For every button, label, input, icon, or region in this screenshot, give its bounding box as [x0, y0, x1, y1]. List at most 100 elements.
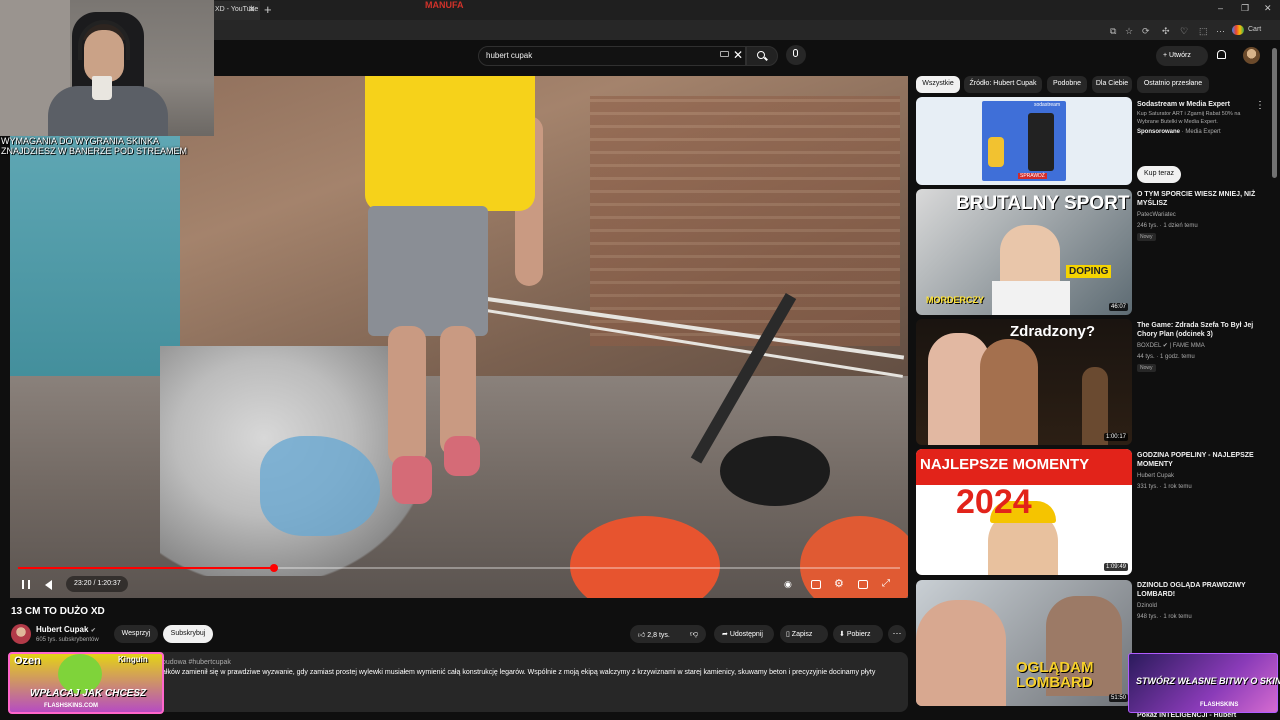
- create-button[interactable]: + Utwórz: [1156, 46, 1208, 66]
- related-video-channel[interactable]: BOXDEL ✔ | FAME MMA: [1137, 342, 1257, 351]
- buy-now-button[interactable]: Kup teraz: [1137, 166, 1181, 183]
- like-icon: 👍︎: [638, 632, 648, 639]
- clear-search-icon[interactable]: ✕: [733, 48, 743, 62]
- progress-played: [18, 567, 274, 569]
- search-icon[interactable]: [757, 51, 765, 59]
- related-video-title[interactable]: GODZINA POPELINY - NAJLEPSZE MOMENTY: [1137, 451, 1257, 469]
- related-video-meta: 246 tys. · 1 dzień temu: [1137, 223, 1198, 229]
- maximize-button[interactable]: ❐: [1241, 3, 1249, 14]
- install-icon[interactable]: ⧉: [1110, 26, 1116, 37]
- pause-icon[interactable]: [22, 580, 30, 589]
- verified-icon: ✔: [90, 628, 96, 634]
- related-video-title[interactable]: O TYM SPORCIE WIESZ MNIEJ, NIŻ MYŚLISZ: [1137, 190, 1257, 208]
- ad-menu-icon[interactable]: ⋮: [1255, 100, 1265, 111]
- minimize-button[interactable]: –: [1218, 3, 1223, 13]
- subscribe-button[interactable]: Subskrybuj: [163, 625, 213, 643]
- subscriber-count: 605 tys. subskrybentów: [36, 637, 99, 643]
- download-button[interactable]: ⬇ Pobierz: [833, 625, 883, 643]
- related-video-meta: 948 tys. · 1 rok temu: [1137, 614, 1192, 620]
- filter-chip-source[interactable]: Źródło: Hubert Cupak: [964, 76, 1042, 93]
- ad-thumb-text: sodastream: [1034, 102, 1061, 108]
- video-thumbnail[interactable]: BRUTALNY SPORT MORDERCZY DOPING 46:07: [916, 189, 1132, 315]
- share-button[interactable]: ➦ Udostępnij: [714, 625, 774, 643]
- thumb-title-text: OGLĄDAM LOMBARD: [1016, 659, 1094, 691]
- ad-thumb-button: SPRAWDŹ: [1018, 173, 1047, 179]
- extension-icon[interactable]: ⟳: [1142, 26, 1150, 37]
- user-avatar[interactable]: [1243, 47, 1260, 64]
- shirt-text: MANUFA: [425, 0, 464, 10]
- browser-profile-icon[interactable]: [1232, 25, 1244, 35]
- share-icon: ➦: [722, 631, 730, 638]
- video-duration: 46:07: [1108, 303, 1128, 311]
- related-video-meta: 44 tys. · 1 godz. temu: [1137, 354, 1195, 360]
- ad-sponsor: Sponsorowane · Media Expert: [1137, 129, 1221, 135]
- like-count: 2,8 tys.: [647, 632, 670, 639]
- ad-title[interactable]: Sodastream w Media Expert: [1137, 100, 1257, 109]
- video-thumbnail[interactable]: NAJLEPSZE MOMENTY 2024 1:09:49: [916, 449, 1132, 575]
- bookmark-star-icon[interactable]: ☆: [1125, 26, 1133, 37]
- video-duration: 1:09:49: [1103, 563, 1128, 571]
- progress-scrubber[interactable]: [270, 564, 278, 572]
- download-icon[interactable]: ⬚: [1199, 26, 1208, 37]
- favorites-icon[interactable]: ♡: [1180, 26, 1188, 37]
- kinguin-logo: Kinguin: [118, 655, 148, 664]
- flashskins-logo: FLASHSKINS: [1200, 702, 1239, 708]
- ad-description: Kup Saturator ART i Zgarnij Rabat 50% na…: [1137, 111, 1241, 125]
- dislike-icon[interactable]: 👎︎: [690, 629, 698, 639]
- extensions-puzzle-icon[interactable]: ✣: [1162, 26, 1170, 37]
- video-thumbnail[interactable]: Zdradzony? 1:00:17: [916, 319, 1132, 445]
- search-query[interactable]: hubert cupak: [486, 51, 532, 60]
- miniplayer-icon[interactable]: [858, 580, 868, 589]
- download-icon: ⬇: [839, 631, 847, 638]
- related-video-title[interactable]: DZINOLD OGLĄDA PRAWDZIWY LOMBARD!: [1137, 581, 1257, 599]
- filter-chip-all[interactable]: Wszystkie: [916, 76, 960, 93]
- related-video-channel[interactable]: Hubert Cupak: [1137, 472, 1257, 481]
- channel-name[interactable]: Hubert Cupak ✔: [36, 625, 96, 634]
- related-video-channel[interactable]: PatecWariatec: [1137, 211, 1257, 220]
- description-tags: budowa #hubertcupak: [162, 659, 231, 666]
- new-badge: Nowy: [1137, 364, 1156, 372]
- filter-chip-recent[interactable]: Ostatnio przesłane: [1137, 76, 1209, 93]
- subtitles-icon[interactable]: [811, 580, 821, 589]
- new-badge: Nowy: [1137, 233, 1156, 241]
- save-button[interactable]: ▯ Zapisz: [780, 625, 828, 643]
- video-duration: 1:00:17: [1103, 433, 1128, 441]
- menu-dots-icon[interactable]: ⋯: [1216, 26, 1225, 37]
- support-button[interactable]: Wesprzyj: [114, 625, 158, 643]
- time-display: 23:20 / 1:20:37: [66, 576, 128, 592]
- video-title: 13 CM TO DUŻO XD: [11, 606, 105, 617]
- related-video-title[interactable]: The Game: Zdrada Szefa To Był Jej Chory …: [1137, 321, 1257, 339]
- stream-requirement-text: WYMAGANIA DO WYGRANIA SKINKA ZNAJDZIESZ …: [1, 136, 188, 156]
- related-video-channel[interactable]: Dzinold: [1137, 602, 1257, 611]
- streamer-webcam: [0, 0, 214, 136]
- autoplay-icon[interactable]: ◉: [784, 579, 792, 590]
- channel-avatar[interactable]: [11, 624, 31, 644]
- filter-chip-similar[interactable]: Podobne: [1047, 76, 1087, 93]
- description-text: ałków zamienił się w prawdziwe wyzwanie,…: [162, 669, 876, 676]
- related-video-meta: 331 tys. · 1 rok temu: [1137, 484, 1192, 490]
- video-duration: 51:50: [1108, 694, 1128, 702]
- close-window-button[interactable]: ✕: [1264, 3, 1272, 14]
- thumb-title-text: BRUTALNY SPORT: [956, 193, 1130, 214]
- fullscreen-icon[interactable]: ⤢: [882, 578, 890, 589]
- tab-close-icon[interactable]: ✕: [248, 4, 256, 15]
- keyboard-icon[interactable]: [720, 51, 729, 57]
- create-label: Utwórz: [1169, 52, 1191, 59]
- flashskins-slogan: STWÓRZ WŁASNE BITWY O SKINY!: [1136, 676, 1280, 686]
- video-thumbnail[interactable]: OGLĄDAM LOMBARD 51:50: [916, 580, 1132, 706]
- profile-label: Cart: [1248, 26, 1262, 33]
- bell-icon[interactable]: [1217, 50, 1226, 59]
- volume-icon[interactable]: [45, 580, 52, 590]
- settings-icon[interactable]: ⚙: [834, 577, 844, 590]
- zen-slogan: WPŁACAJ JAK CHCESZ: [30, 688, 147, 699]
- zen-url: FLASHSKINS.COM: [44, 703, 98, 709]
- more-actions-icon[interactable]: ⋯: [888, 625, 906, 643]
- thumb-title-text: NAJLEPSZE MOMENTY: [920, 456, 1090, 473]
- ad-thumbnail[interactable]: sodastream SPRAWDŹ: [916, 97, 1132, 185]
- sidebar-scrollbar[interactable]: [1272, 48, 1277, 178]
- zen-logo: Ozen: [14, 655, 41, 667]
- mic-icon[interactable]: [793, 49, 798, 57]
- thumb-title-text: Zdradzony?: [1010, 323, 1095, 340]
- new-tab-button[interactable]: +: [264, 2, 272, 17]
- filter-chip-for-you[interactable]: Dla Ciebie: [1092, 76, 1132, 93]
